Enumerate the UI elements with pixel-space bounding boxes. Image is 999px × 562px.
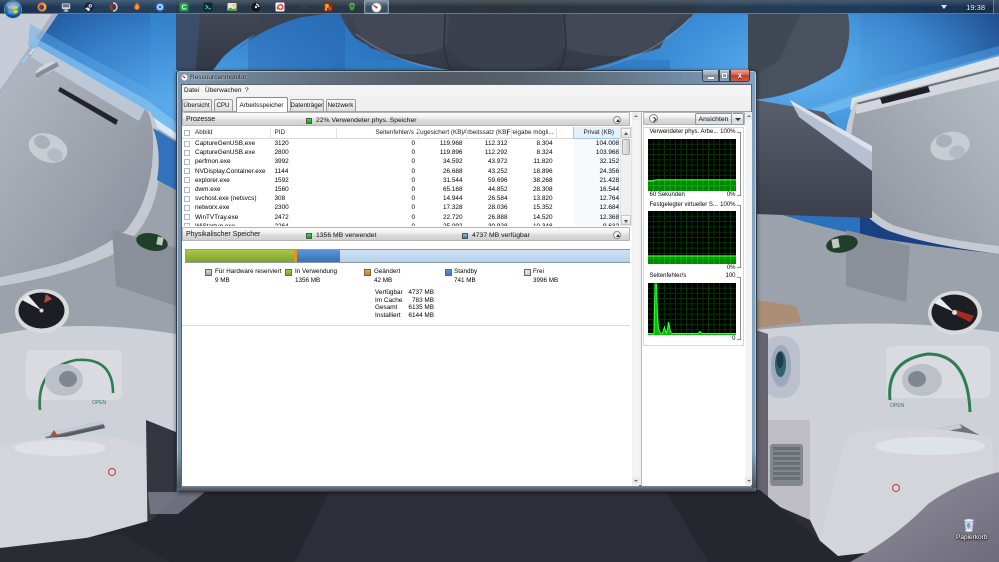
svg-text:OPEN: OPEN <box>890 403 905 409</box>
svg-text:C: C <box>181 5 186 12</box>
svg-text:OPEN: OPEN <box>92 400 107 406</box>
svg-text:VH: VH <box>300 5 309 11</box>
